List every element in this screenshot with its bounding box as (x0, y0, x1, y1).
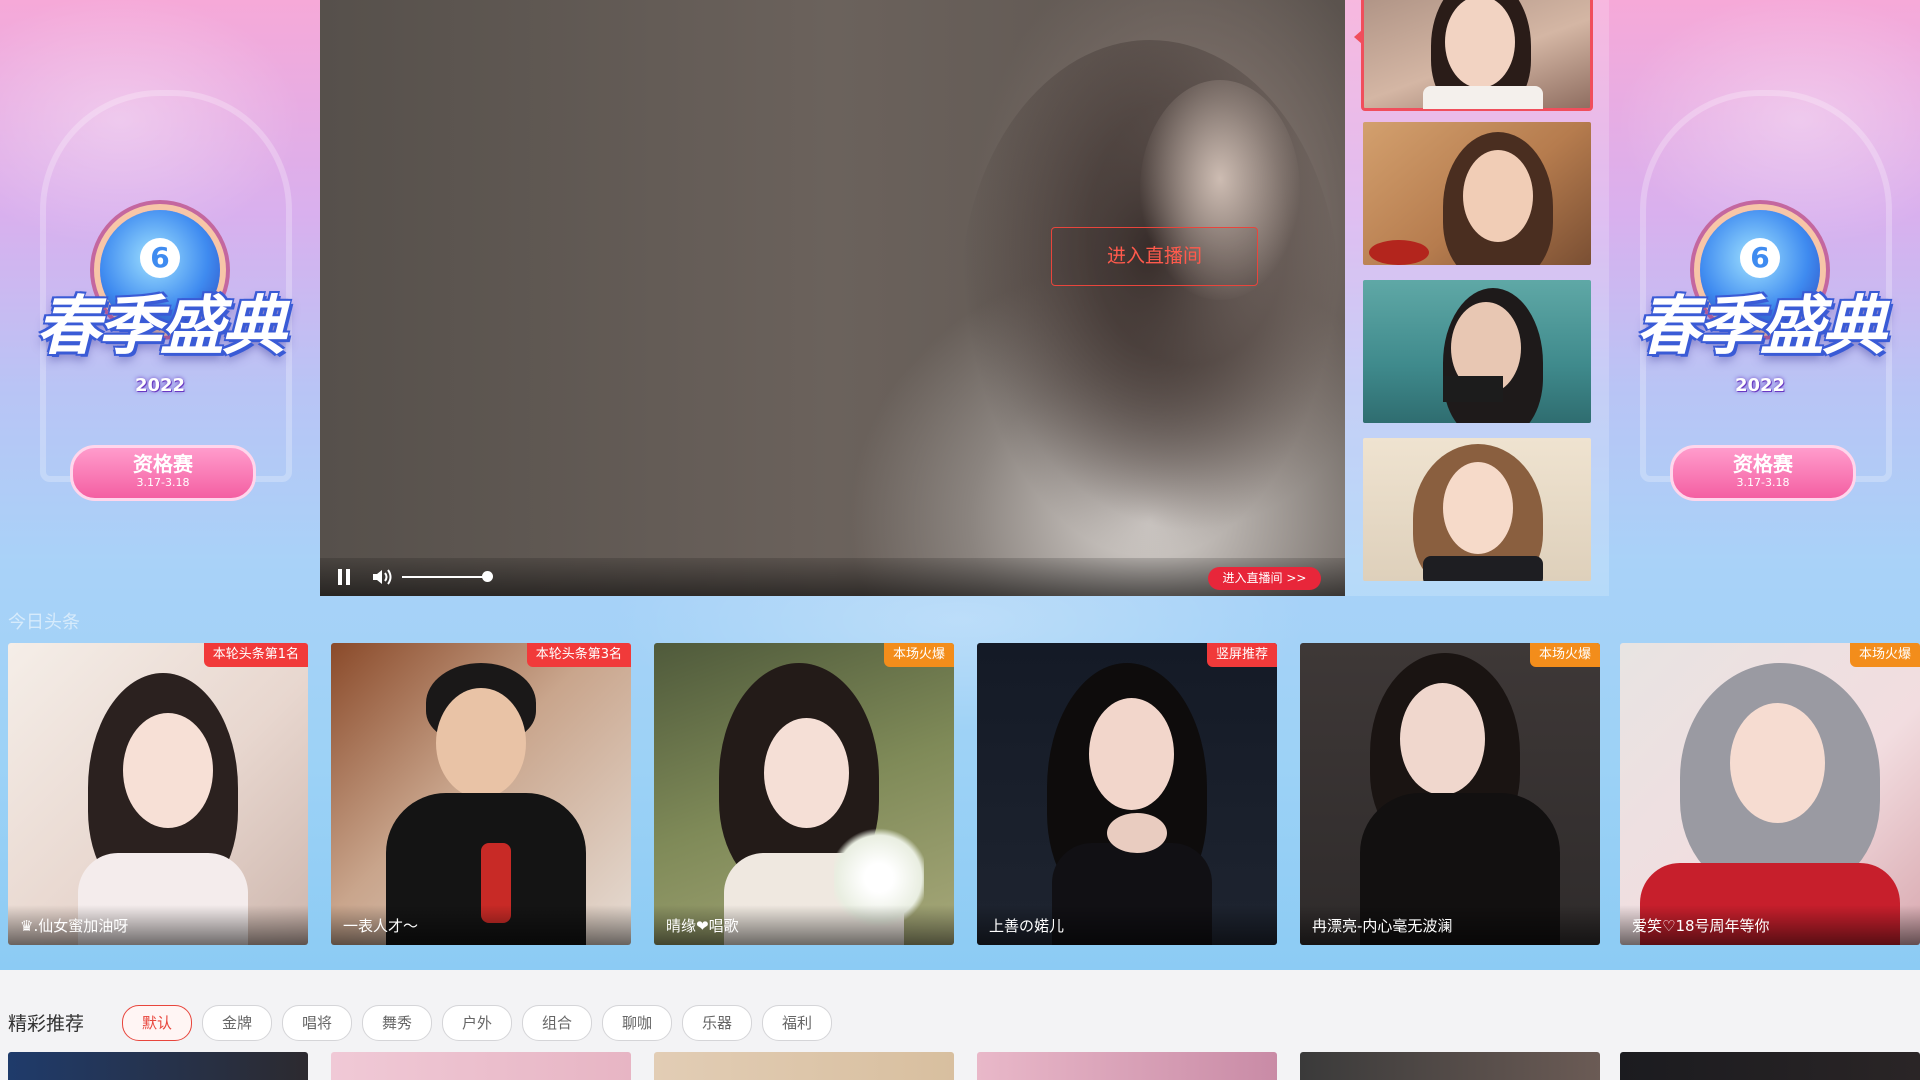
streamer-name: 上善の婼儿 (989, 917, 1065, 935)
streamer-cover (654, 643, 954, 945)
event-stage-pill: 资格赛 3.17-3.18 (1670, 445, 1856, 501)
stream-thumb[interactable] (1363, 280, 1591, 423)
streamer-name: ♛.仙女蜜加油呀 (20, 917, 129, 935)
chip-chat[interactable]: 聊咖 (602, 1005, 672, 1041)
event-stage-pill: 资格赛 3.17-3.18 (70, 445, 256, 501)
stream-thumb[interactable] (1361, 0, 1593, 111)
stream-thumb[interactable] (1363, 122, 1591, 265)
event-stage: 资格赛 (1733, 452, 1793, 476)
chip-welfare[interactable]: 福利 (762, 1005, 832, 1041)
live-video-player[interactable]: 进入直播间 (320, 0, 1345, 596)
pause-icon[interactable] (336, 569, 352, 585)
enter-live-room-link[interactable]: 进入直播间 >> (1208, 567, 1321, 590)
chip-outdoor[interactable]: 户外 (442, 1005, 512, 1041)
active-thumb-indicator (1354, 30, 1362, 44)
event-banner-right[interactable]: 6 春季盛典 2022 资格赛 3.17-3.18 (1600, 0, 1920, 600)
recommend-title: 精彩推荐 (8, 1013, 85, 1035)
streamer-cover (1620, 643, 1920, 945)
streamer-cover (1300, 643, 1600, 945)
recommend-card[interactable] (654, 1052, 954, 1080)
chip-gold[interactable]: 金牌 (202, 1005, 272, 1041)
streamer-name: 冉漂亮-内心毫无波澜 (1312, 917, 1453, 935)
volume-slider-knob[interactable] (482, 571, 493, 582)
streamer-cover (331, 643, 631, 945)
streamer-cover (8, 643, 308, 945)
recommend-card[interactable] (8, 1052, 308, 1080)
chip-dance[interactable]: 舞秀 (362, 1005, 432, 1041)
recommend-card[interactable] (1620, 1052, 1920, 1080)
player-controls: 进入直播间 >> (320, 558, 1345, 596)
streamer-card[interactable]: 本场火爆 冉漂亮-内心毫无波澜 (1300, 643, 1600, 945)
recommend-card[interactable] (977, 1052, 1277, 1080)
emblem-glyph: 6 (140, 238, 180, 278)
streamer-card[interactable]: 本场火爆 晴缘❤唱歌 (654, 643, 954, 945)
card-badge: 本场火爆 (1529, 643, 1600, 667)
stream-thumb-list (1345, 0, 1609, 596)
streamer-card[interactable]: 本轮头条第3名 一表人才～ (331, 643, 631, 945)
card-badge: 本轮头条第3名 (526, 643, 631, 667)
recommend-card[interactable] (331, 1052, 631, 1080)
event-title: 春季盛典 (36, 289, 286, 364)
event-banner-left[interactable]: 6 春季盛典 2022 资格赛 3.17-3.18 (0, 0, 320, 600)
streamer-card[interactable]: 竖屏推荐 上善の婼儿 (977, 643, 1277, 945)
event-dates: 3.17-3.18 (136, 476, 190, 489)
streamer-name: 爱笑♡18号周年等你 (1632, 917, 1770, 935)
chip-default[interactable]: 默认 (122, 1005, 192, 1041)
chip-group[interactable]: 组合 (522, 1005, 592, 1041)
stream-thumb[interactable] (1363, 438, 1591, 581)
streamer-name: 晴缘❤唱歌 (666, 917, 739, 935)
video-frame-blur (960, 40, 1340, 560)
section-label-headlines: 今日头条 (8, 612, 80, 633)
card-badge: 本轮头条第1名 (203, 643, 308, 667)
card-badge: 本场火爆 (883, 643, 954, 667)
event-year: 2022 (1734, 375, 1786, 396)
recommend-card[interactable] (1300, 1052, 1600, 1080)
streamer-card[interactable]: 本轮头条第1名 ♛.仙女蜜加油呀 (8, 643, 308, 945)
streamer-cover (977, 643, 1277, 945)
chip-instrument[interactable]: 乐器 (682, 1005, 752, 1041)
emblem-glyph: 6 (1740, 238, 1780, 278)
card-badge: 本场火爆 (1849, 643, 1920, 667)
recommend-grid (0, 1052, 1920, 1080)
volume-slider[interactable] (402, 576, 488, 578)
event-year: 2022 (134, 375, 186, 396)
headline-cards: 本轮头条第1名 ♛.仙女蜜加油呀 本轮头条第3名 一表人才～ 本场火爆 晴缘❤唱… (0, 643, 1920, 945)
event-logo: 6 春季盛典 2022 资格赛 3.17-3.18 (0, 180, 320, 501)
streamer-name: 一表人才～ (343, 917, 419, 935)
event-logo: 6 春季盛典 2022 资格赛 3.17-3.18 (1600, 180, 1920, 501)
enter-live-room-button[interactable]: 进入直播间 (1051, 227, 1258, 286)
chip-singer[interactable]: 唱将 (282, 1005, 352, 1041)
event-dates: 3.17-3.18 (1736, 476, 1790, 489)
hero-banner: 6 春季盛典 2022 资格赛 3.17-3.18 6 春季盛典 2022 资格… (0, 0, 1920, 970)
card-badge: 竖屏推荐 (1206, 643, 1277, 667)
streamer-card[interactable]: 本场火爆 爱笑♡18号周年等你 (1620, 643, 1920, 945)
event-title: 春季盛典 (1636, 289, 1886, 364)
event-stage: 资格赛 (133, 452, 193, 476)
volume-icon[interactable] (372, 568, 394, 586)
